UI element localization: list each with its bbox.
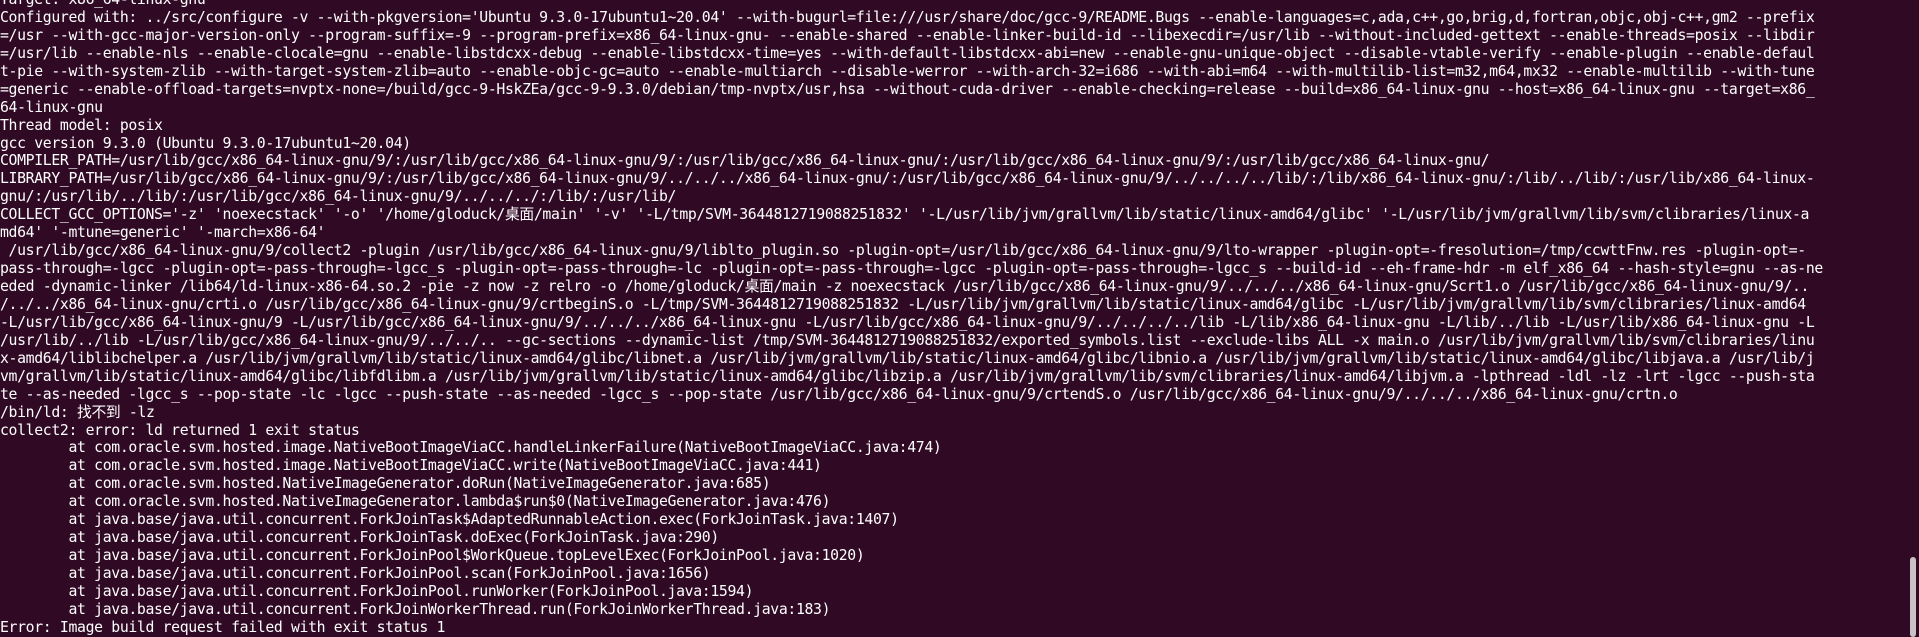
terminal-line: collect2: error: ld returned 1 exit stat… — [0, 421, 360, 439]
terminal-line: gnu/:/usr/lib/../lib/:/usr/lib/gcc/x86_6… — [0, 188, 677, 206]
terminal-line: at com.oracle.svm.hosted.image.NativeBoo… — [0, 439, 942, 457]
terminal-line: t-pie --with-system-zlib --with-target-s… — [0, 62, 1815, 80]
vertical-scrollbar[interactable] — [1907, 0, 1919, 637]
terminal-line: at java.base/java.util.concurrent.ForkJo… — [0, 529, 719, 547]
terminal-line: gcc version 9.3.0 (Ubuntu 9.3.0-17ubuntu… — [0, 134, 411, 152]
terminal-line: at java.base/java.util.concurrent.ForkJo… — [0, 600, 831, 618]
terminal-line: at java.base/java.util.concurrent.ForkJo… — [0, 565, 711, 582]
terminal-window[interactable]: Target: x86_64-linux-gnuConfigured with:… — [0, 0, 1919, 637]
terminal-line: eded -dynamic-linker /lib64/ld-linux-x86… — [0, 278, 1810, 295]
terminal-line: pass-through=-lgcc -plugin-opt=-pass-thr… — [0, 260, 1823, 278]
terminal-line: Configured with: ../src/configure -v --w… — [0, 8, 1815, 26]
terminal-line: -L/usr/lib/gcc/x86_64-linux-gnu/9 -L/usr… — [0, 313, 1815, 331]
terminal-line: =generic --enable-offload-targets=nvptx-… — [0, 80, 1815, 98]
terminal-line: Thread model: posix — [0, 116, 163, 134]
terminal-line: =/usr/lib --enable-nls --enable-clocale=… — [0, 44, 1815, 62]
terminal-line: x-amd64/liblibchelper.a /usr/lib/jvm/gra… — [0, 349, 1815, 367]
terminal-line: /../../x86_64-linux-gnu/crti.o /usr/lib/… — [0, 295, 1806, 313]
terminal-output[interactable]: Target: x86_64-linux-gnuConfigured with:… — [0, 0, 1900, 637]
terminal-line: Target: x86_64-linux-gnu — [0, 0, 1900, 9]
terminal-line: /usr/lib/../lib -L/usr/lib/gcc/x86_64-li… — [0, 331, 1815, 349]
terminal-line: LIBRARY_PATH=/usr/lib/gcc/x86_64-linux-g… — [0, 170, 1815, 188]
terminal-line: at com.oracle.svm.hosted.image.NativeBoo… — [0, 457, 822, 475]
terminal-line: COLLECT_GCC_OPTIONS='-z' 'noexecstack' '… — [0, 206, 1810, 224]
terminal-line: COMPILER_PATH=/usr/lib/gcc/x86_64-linux-… — [0, 152, 1490, 170]
terminal-line: md64' '-mtune=generic' '-march=x86-64' — [0, 224, 326, 242]
scrollbar-thumb[interactable] — [1910, 557, 1916, 637]
terminal-line: at java.base/java.util.concurrent.ForkJo… — [0, 511, 899, 529]
terminal-line: vm/grallvm/lib/static/linux-amd64/glibc/… — [0, 367, 1815, 385]
terminal-line: at java.base/java.util.concurrent.ForkJo… — [0, 582, 754, 600]
terminal-line: /bin/ld: 找不到 -lz — [0, 403, 155, 421]
terminal-line: at java.base/java.util.concurrent.ForkJo… — [0, 547, 865, 565]
terminal-line: =/usr --with-gcc-major-version-only --pr… — [0, 26, 1815, 44]
terminal-line: at com.oracle.svm.hosted.NativeImageGene… — [0, 475, 771, 493]
terminal-line: /usr/lib/gcc/x86_64-linux-gnu/9/collect2… — [0, 242, 1807, 260]
terminal-line: 64-linux-gnu — [0, 98, 103, 116]
terminal-line: te --as-needed -lgcc_s --pop-state -lc -… — [0, 385, 1678, 403]
terminal-line: Error: Image build request failed with e… — [0, 618, 446, 636]
terminal-line: at com.oracle.svm.hosted.NativeImageGene… — [0, 493, 831, 511]
